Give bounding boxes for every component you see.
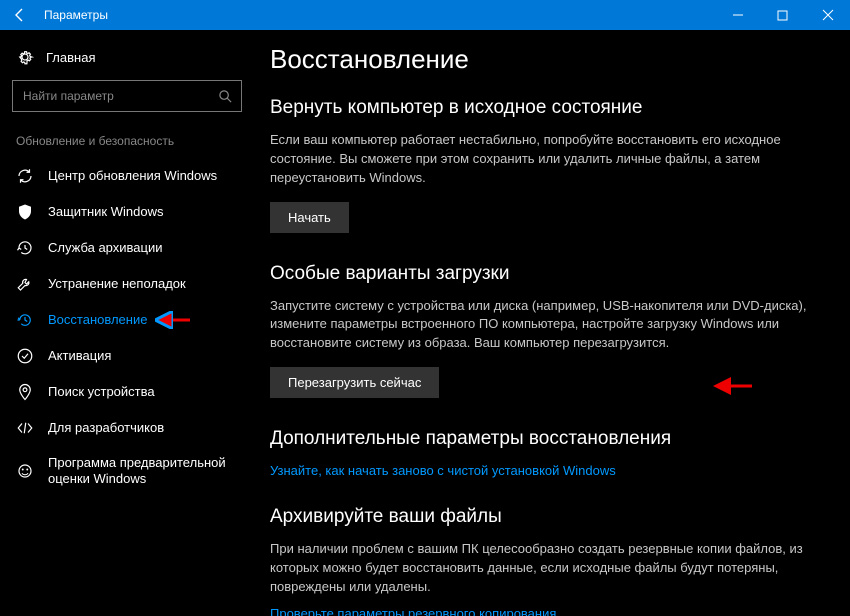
search-box[interactable]: [12, 80, 242, 112]
nav-label: Активация: [48, 348, 111, 364]
sidebar-item-developers[interactable]: Для разработчиков: [12, 410, 242, 446]
annotation-arrow-icon: [152, 310, 192, 330]
nav-label: Устранение неполадок: [48, 276, 186, 292]
section-more-recovery: Дополнительные параметры восстановления …: [270, 428, 826, 480]
nav-label: Для разработчиков: [48, 420, 164, 436]
sidebar-item-defender[interactable]: Защитник Windows: [12, 194, 242, 230]
code-icon: [16, 419, 34, 437]
check-circle-icon: [16, 347, 34, 365]
body: Главная Обновление и безопасность Центр …: [0, 30, 850, 616]
insider-icon: [16, 462, 34, 480]
main-content: Восстановление Вернуть компьютер в исход…: [250, 30, 850, 616]
restart-now-button[interactable]: Перезагрузить сейчас: [270, 367, 439, 398]
sidebar-item-insider[interactable]: Программа предварительной оценки Windows: [12, 446, 242, 497]
sidebar-item-find-device[interactable]: Поиск устройства: [12, 374, 242, 410]
section-text: Запустите систему с устройства или диска…: [270, 297, 826, 354]
section-text: При наличии проблем с вашим ПК целесообр…: [270, 540, 826, 597]
section-text: Если ваш компьютер работает нестабильно,…: [270, 131, 826, 188]
section-heading: Дополнительные параметры восстановления: [270, 428, 826, 450]
nav-label: Поиск устройства: [48, 384, 155, 400]
section-heading: Особые варианты загрузки: [270, 263, 826, 285]
backup-settings-link[interactable]: Проверьте параметры резервного копирован…: [270, 606, 556, 616]
nav-label: Восстановление: [48, 312, 147, 328]
location-icon: [16, 383, 34, 401]
annotation-arrow-icon: [710, 376, 754, 396]
window-title: Параметры: [40, 8, 108, 22]
nav-label: Служба архивации: [48, 240, 163, 256]
sidebar-item-windows-update[interactable]: Центр обновления Windows: [12, 158, 242, 194]
sidebar-item-backup[interactable]: Служба архивации: [12, 230, 242, 266]
category-label: Обновление и безопасность: [12, 130, 242, 158]
arrow-left-icon: [12, 7, 28, 23]
section-advanced-startup: Особые варианты загрузки Запустите систе…: [270, 263, 826, 399]
maximize-button[interactable]: [760, 0, 805, 30]
fresh-start-link[interactable]: Узнайте, как начать заново с чистой уста…: [270, 463, 616, 478]
sync-icon: [16, 167, 34, 185]
section-heading: Вернуть компьютер в исходное состояние: [270, 97, 826, 119]
close-icon: [822, 9, 834, 21]
section-reset: Вернуть компьютер в исходное состояние Е…: [270, 97, 826, 233]
search-icon: [218, 89, 233, 104]
back-button[interactable]: [0, 0, 40, 30]
sidebar-nav: Центр обновления Windows Защитник Window…: [12, 158, 242, 497]
section-backup-files: Архивируйте ваши файлы При наличии пробл…: [270, 506, 826, 616]
search-input[interactable]: [21, 88, 218, 104]
sidebar-item-recovery[interactable]: Восстановление: [12, 302, 242, 338]
shield-icon: [16, 203, 34, 221]
maximize-icon: [777, 10, 788, 21]
sidebar-item-activation[interactable]: Активация: [12, 338, 242, 374]
section-heading: Архивируйте ваши файлы: [270, 506, 826, 528]
page-title: Восстановление: [270, 44, 826, 75]
wrench-icon: [16, 275, 34, 293]
recovery-icon: [16, 311, 34, 329]
sidebar-item-troubleshoot[interactable]: Устранение неполадок: [12, 266, 242, 302]
gear-icon: [16, 48, 34, 66]
home-label: Главная: [46, 50, 95, 65]
nav-label: Центр обновления Windows: [48, 168, 217, 184]
minimize-button[interactable]: [715, 0, 760, 30]
nav-label: Программа предварительной оценки Windows: [48, 455, 238, 488]
settings-window: Параметры Главная Обновление и безопасно…: [0, 0, 850, 616]
minimize-icon: [732, 9, 744, 21]
sidebar-item-home[interactable]: Главная: [12, 42, 242, 72]
start-reset-button[interactable]: Начать: [270, 202, 349, 233]
titlebar: Параметры: [0, 0, 850, 30]
sidebar: Главная Обновление и безопасность Центр …: [0, 30, 250, 616]
backup-icon: [16, 239, 34, 257]
close-button[interactable]: [805, 0, 850, 30]
nav-label: Защитник Windows: [48, 204, 163, 220]
